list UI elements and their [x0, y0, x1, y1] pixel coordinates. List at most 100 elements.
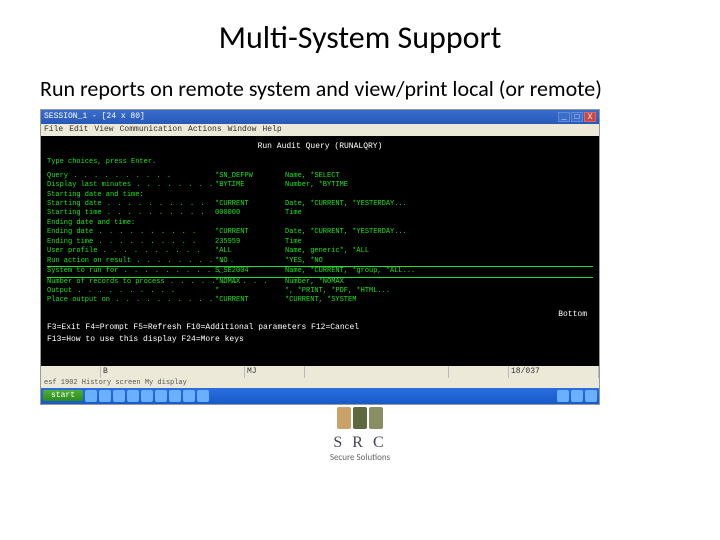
param-hint: Name, *CURRENT, *group, *ALL...: [285, 267, 593, 276]
param-row: System to run forS_SE2004Name, *CURRENT,…: [47, 266, 593, 277]
param-hint: Number, *BYTIME: [285, 181, 593, 190]
status-cell-c: [305, 366, 449, 378]
minimize-button[interactable]: _: [558, 112, 570, 122]
slide-body-text: Run reports on remote system and view/pr…: [0, 65, 720, 107]
taskbar-app-icon[interactable]: [183, 390, 195, 402]
menu-window[interactable]: Window: [228, 125, 257, 134]
param-hint: *YES, *NO: [285, 257, 593, 266]
param-value[interactable]: *NO: [215, 257, 285, 266]
param-label: System to run for: [47, 267, 215, 276]
param-value[interactable]: 235959: [215, 238, 285, 247]
param-row: Number of records to process*NOMAXNumber…: [47, 278, 593, 287]
taskbar-app-icon[interactable]: [141, 390, 153, 402]
window-title: SESSION_1 - [24 x 80]: [44, 112, 558, 121]
param-label: Place output on: [47, 296, 215, 305]
param-label: Ending date: [47, 228, 215, 237]
param-hint: Name, *SELECT: [285, 172, 593, 181]
window-titlebar: SESSION_1 - [24 x 80] _ □ X: [41, 110, 599, 124]
param-row: User profile*ALLName, generic*, *ALL: [47, 247, 593, 256]
param-hint: Time: [285, 238, 593, 247]
section-label: Starting date and time:: [47, 191, 593, 200]
logo-bar-3: [369, 407, 383, 429]
taskbar-app-icon[interactable]: [155, 390, 167, 402]
taskbar-app-icon[interactable]: [99, 390, 111, 402]
status-bar: B MJ 18/037: [41, 366, 599, 378]
param-row: Output**, *PRINT, *PDF, *HTML...: [47, 287, 593, 296]
window-buttons: _ □ X: [558, 112, 596, 122]
param-label: Ending time: [47, 238, 215, 247]
menu-actions[interactable]: Actions: [188, 125, 222, 134]
close-button[interactable]: X: [584, 112, 596, 122]
logo-text: S R C: [0, 434, 720, 452]
param-value[interactable]: *ALL: [215, 247, 285, 256]
menu-view[interactable]: View: [94, 125, 113, 134]
menu-communication[interactable]: Communication: [120, 125, 182, 134]
logo-bars: [337, 407, 383, 429]
param-row: Ending date*CURRENTDate, *CURRENT, *YEST…: [47, 228, 593, 237]
function-keys-1: F3=Exit F4=Prompt F5=Refresh F10=Additio…: [47, 323, 593, 334]
param-label: Display last minutes: [47, 181, 215, 190]
menu-edit[interactable]: Edit: [69, 125, 88, 134]
param-value[interactable]: *: [215, 287, 285, 296]
menu-file[interactable]: File: [44, 125, 63, 134]
param-hint: Date, *CURRENT, *YESTERDAY...: [285, 228, 593, 237]
param-value[interactable]: S_SE2004: [215, 267, 285, 276]
param-label: Starting time: [47, 209, 215, 218]
param-label: Query: [47, 172, 215, 181]
logo-bar-1: [337, 407, 351, 429]
logo-subtitle: Secure Solutions: [0, 452, 720, 463]
bottom-indicator: Bottom: [47, 310, 587, 321]
param-hint: Time: [285, 209, 593, 218]
tray-icon[interactable]: [585, 390, 597, 402]
param-label: User profile: [47, 247, 215, 256]
terminal-window: SESSION_1 - [24 x 80] _ □ X File Edit Vi…: [40, 109, 600, 405]
param-hint: Date, *CURRENT, *YESTERDAY...: [285, 200, 593, 209]
param-label: Output: [47, 287, 215, 296]
logo-block: S R C Secure Solutions: [0, 407, 720, 463]
window-menubar: File Edit View Communication Actions Win…: [41, 124, 599, 136]
param-row: Query*SN_DEFPWName, *SELECT: [47, 172, 593, 181]
screen-title: Run Audit Query (RUNALQRY): [47, 142, 593, 153]
param-value[interactable]: 000000: [215, 209, 285, 218]
param-row: Run action on result*NO*YES, *NO: [47, 257, 593, 266]
taskbar-app-icon[interactable]: [113, 390, 125, 402]
start-button[interactable]: start: [43, 390, 83, 401]
param-row: Starting time000000Time: [47, 209, 593, 218]
status-cell-b: B: [101, 366, 245, 378]
param-row: Place output on*CURRENT*CURRENT, *SYSTEM: [47, 296, 593, 305]
status-cell-d: [449, 366, 509, 378]
status-cursor-pos: 18/037: [509, 366, 599, 378]
param-label: Number of records to process: [47, 278, 215, 287]
taskbar-app-icon[interactable]: [169, 390, 181, 402]
param-row: Display last minutes*BYTIMENumber, *BYTI…: [47, 181, 593, 190]
param-value[interactable]: *CURRENT: [215, 200, 285, 209]
slide-title: Multi-System Support: [0, 0, 720, 65]
param-label: Starting date: [47, 200, 215, 209]
menu-help[interactable]: Help: [262, 125, 281, 134]
param-value[interactable]: *NOMAX: [215, 278, 285, 287]
taskbar-app-icon[interactable]: [127, 390, 139, 402]
taskbar-app-icon[interactable]: [197, 390, 209, 402]
param-value[interactable]: *CURRENT: [215, 296, 285, 305]
status-cell-m: MJ: [245, 366, 305, 378]
maximize-button[interactable]: □: [571, 112, 583, 122]
tray-icon[interactable]: [557, 390, 569, 402]
param-hint: *, *PRINT, *PDF, *HTML...: [285, 287, 593, 296]
taskbar-app-icon[interactable]: [85, 390, 97, 402]
param-value[interactable]: *SN_DEFPW: [215, 172, 285, 181]
tray-icon[interactable]: [571, 390, 583, 402]
system-tray: [557, 390, 597, 402]
param-hint: Number, *NOMAX: [285, 278, 593, 287]
param-hint: Name, generic*, *ALL: [285, 247, 593, 256]
history-strip: esf 1902 History screen My display: [41, 378, 599, 388]
prompt-text: Type choices, press Enter.: [47, 158, 593, 167]
terminal-body[interactable]: Run Audit Query (RUNALQRY) Type choices,…: [41, 136, 599, 366]
function-keys-2: F13=How to use this display F24=More key…: [47, 335, 593, 346]
param-value[interactable]: *BYTIME: [215, 181, 285, 190]
windows-taskbar: start: [41, 388, 599, 404]
param-row: Starting date*CURRENTDate, *CURRENT, *YE…: [47, 200, 593, 209]
param-row: Ending time235959Time: [47, 238, 593, 247]
param-value[interactable]: *CURRENT: [215, 228, 285, 237]
logo-bar-2: [353, 407, 367, 429]
param-hint: *CURRENT, *SYSTEM: [285, 296, 593, 305]
